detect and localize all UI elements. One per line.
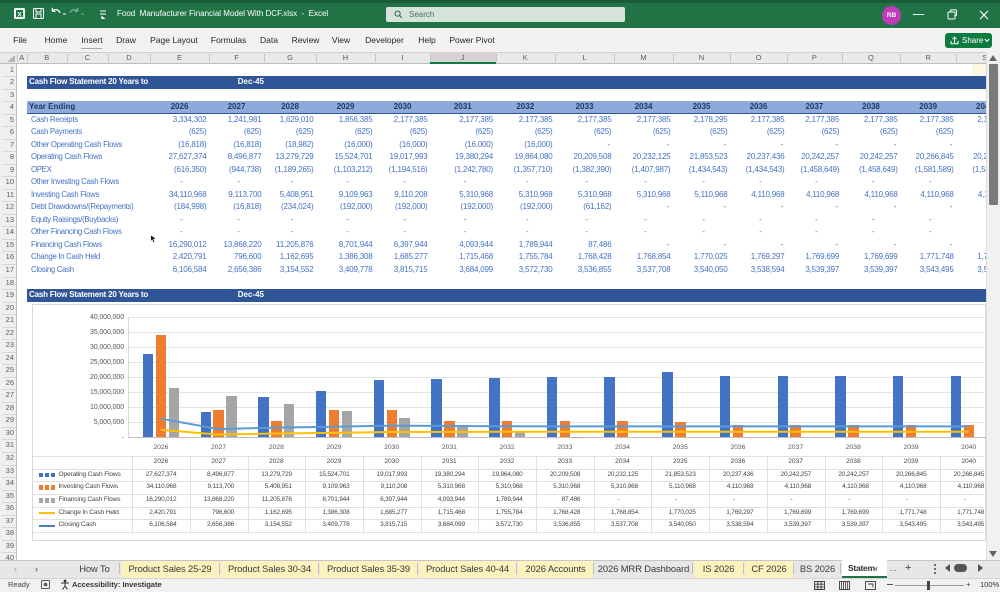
svg-text:X: X	[17, 11, 22, 18]
